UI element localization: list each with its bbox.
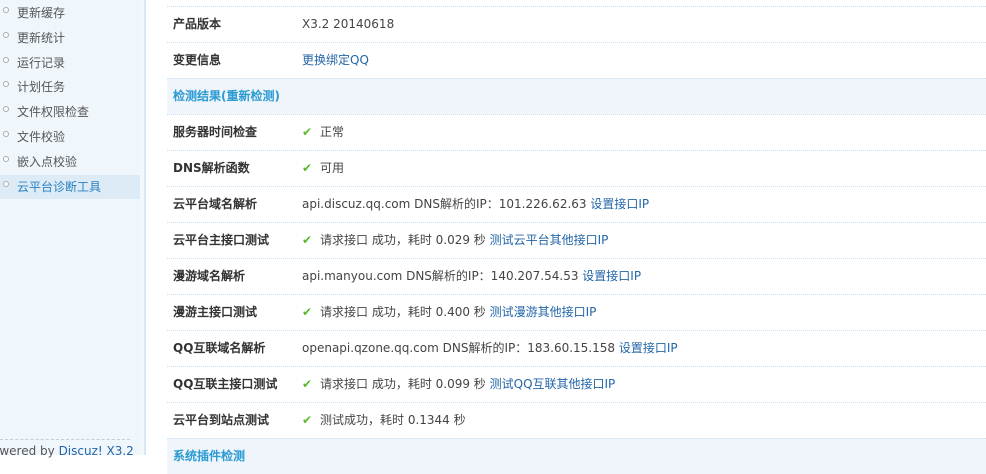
row-label: 云平台到站点测试	[173, 413, 270, 427]
row-label: 服务器时间检查	[173, 125, 258, 139]
row-value: ✔ 可用	[302, 151, 344, 186]
row-action-link[interactable]: 测试云平台其他接口IP	[490, 233, 609, 247]
result-text: openapi.qzone.qq.com DNS解析的IP：183.60.15.…	[302, 341, 619, 355]
change-qq-link[interactable]: 更换绑定QQ	[302, 53, 369, 67]
check-icon: ✔	[302, 305, 313, 319]
sidebar-item[interactable]: 计划任务	[0, 75, 140, 99]
result-row: 云平台域名解析 api.discuz.qq.com DNS解析的IP：101.22…	[167, 186, 986, 222]
row-value: ✔ 正常	[302, 115, 344, 150]
result-text: 可用	[320, 161, 345, 175]
row-label: QQ互联主接口测试	[173, 377, 278, 391]
discuz-link[interactable]: Discuz! X3.2	[59, 444, 134, 458]
bullet-icon	[3, 106, 9, 113]
sidebar-item-label: 文件权限检查	[17, 105, 90, 120]
row-label: 云平台域名解析	[173, 197, 258, 211]
sidebar-item-label: 更新缓存	[17, 6, 66, 20]
sidebar-item-label: 运行记录	[17, 55, 66, 70]
info-row-version: 产品版本 X3.2 20140618	[167, 6, 986, 42]
bullet-icon	[3, 81, 9, 88]
result-row: 漫游主接口测试 ✔ 请求接口 成功，耗时 0.400 秒 测试漫游其他接口IP	[167, 294, 986, 330]
row-label: 变更信息	[173, 53, 222, 67]
bullet-icon	[3, 180, 9, 187]
bullet-icon	[3, 7, 9, 13]
result-text: api.manyou.com DNS解析的IP：140.207.54.53	[302, 269, 583, 283]
result-row: QQ互联主接口测试 ✔ 请求接口 成功，耗时 0.099 秒 测试QQ互联其他接口I…	[167, 366, 986, 402]
row-action-link[interactable]: 设置接口IP	[590, 197, 649, 211]
bullet-icon	[3, 31, 9, 38]
row-value: ✔ 测试成功，耗时 0.1344 秒	[302, 403, 466, 438]
result-text: 请求接口 成功，耗时 0.099 秒	[320, 377, 490, 391]
sidebar-item[interactable]: 文件校验	[0, 125, 140, 149]
row-label: QQ互联域名解析	[173, 341, 266, 355]
row-value: ✔ 请求接口 成功，耗时 0.029 秒 测试云平台其他接口IP	[302, 223, 608, 258]
sidebar-item[interactable]: 文件权限检查	[0, 100, 140, 124]
result-row: QQ互联域名解析 openapi.qzone.qq.com DNS解析的IP：18…	[167, 330, 986, 366]
sidebar-item-label: 更新统计	[17, 30, 66, 45]
row-value: X3.2 20140618	[302, 17, 395, 31]
sidebar-item-label: 文件校验	[17, 130, 66, 144]
check-icon: ✔	[302, 233, 313, 247]
row-value: api.manyou.com DNS解析的IP：140.207.54.53 设置…	[302, 259, 641, 294]
row-value: ✔ 请求接口 成功，耗时 0.400 秒 测试漫游其他接口IP	[302, 295, 596, 330]
recheck-link[interactable]: (重新检测)	[221, 89, 280, 103]
bullet-icon	[3, 131, 9, 137]
row-action-link[interactable]: 测试漫游其他接口IP	[490, 305, 597, 319]
check-icon: ✔	[302, 125, 313, 139]
check-icon: ✔	[302, 377, 313, 391]
result-text: 请求接口 成功，耗时 0.029 秒	[320, 233, 490, 247]
diagnostic-table: 产品版本 X3.2 20140618 变更信息 更换绑定QQ 检测结果(重新检测…	[167, 6, 986, 474]
footer: owered by Discuz! X3.2	[0, 444, 134, 458]
result-row: 云平台主接口测试 ✔ 请求接口 成功，耗时 0.029 秒 测试云平台其他接口IP	[167, 222, 986, 258]
row-label: 漫游主接口测试	[173, 305, 258, 319]
check-icon: ✔	[302, 413, 313, 427]
row-action-link[interactable]: 测试QQ互联其他接口IP	[490, 377, 616, 391]
sidebar-item[interactable]: 运行记录	[0, 51, 140, 75]
row-value: api.discuz.qq.com DNS解析的IP：101.226.62.63…	[302, 187, 649, 222]
sidebar-item-label: 云平台诊断工具	[17, 179, 102, 194]
sidebar-item-label: 计划任务	[17, 80, 66, 95]
bullet-icon	[3, 155, 9, 162]
result-text: 请求接口 成功，耗时 0.400 秒	[320, 305, 490, 319]
result-text: 正常	[320, 125, 345, 139]
divider	[0, 439, 130, 440]
sidebar-item-label: 嵌入点校验	[17, 154, 78, 169]
info-row-change: 变更信息 更换绑定QQ	[167, 42, 986, 78]
row-action-link[interactable]: 设置接口IP	[619, 341, 678, 355]
bullet-icon	[3, 56, 9, 63]
result-text: api.discuz.qq.com DNS解析的IP：101.226.62.63	[302, 197, 591, 211]
sidebar: 更新缓存更新统计运行记录计划任务文件权限检查文件校验嵌入点校验云平台诊断工具 o…	[0, 0, 146, 458]
result-text: 测试成功，耗时 0.1344 秒	[320, 413, 466, 427]
sidebar-item[interactable]: 云平台诊断工具	[0, 174, 140, 199]
result-row: 云平台到站点测试 ✔ 测试成功，耗时 0.1344 秒	[167, 402, 986, 438]
check-icon: ✔	[302, 161, 313, 175]
section-header-results: 检测结果(重新检测)	[167, 78, 986, 114]
sidebar-item[interactable]: 更新缓存	[0, 1, 140, 25]
row-label: DNS解析函数	[173, 161, 250, 175]
result-row: 漫游域名解析 api.manyou.com DNS解析的IP：140.207.54…	[167, 258, 986, 294]
sidebar-item[interactable]: 更新统计	[0, 26, 140, 50]
section-header-plugins: 系统插件检测	[167, 438, 986, 474]
sidebar-item[interactable]: 嵌入点校验	[0, 150, 140, 174]
row-value: openapi.qzone.qq.com DNS解析的IP：183.60.15.…	[302, 331, 678, 366]
row-action-link[interactable]: 设置接口IP	[582, 269, 641, 283]
row-label: 产品版本	[173, 17, 222, 31]
row-value: ✔ 请求接口 成功，耗时 0.099 秒 测试QQ互联其他接口IP	[302, 367, 615, 402]
row-label: 云平台主接口测试	[173, 233, 270, 247]
row-label: 漫游域名解析	[173, 269, 246, 283]
result-row: 服务器时间检查 ✔ 正常	[167, 114, 986, 150]
result-row: DNS解析函数 ✔ 可用	[167, 150, 986, 186]
